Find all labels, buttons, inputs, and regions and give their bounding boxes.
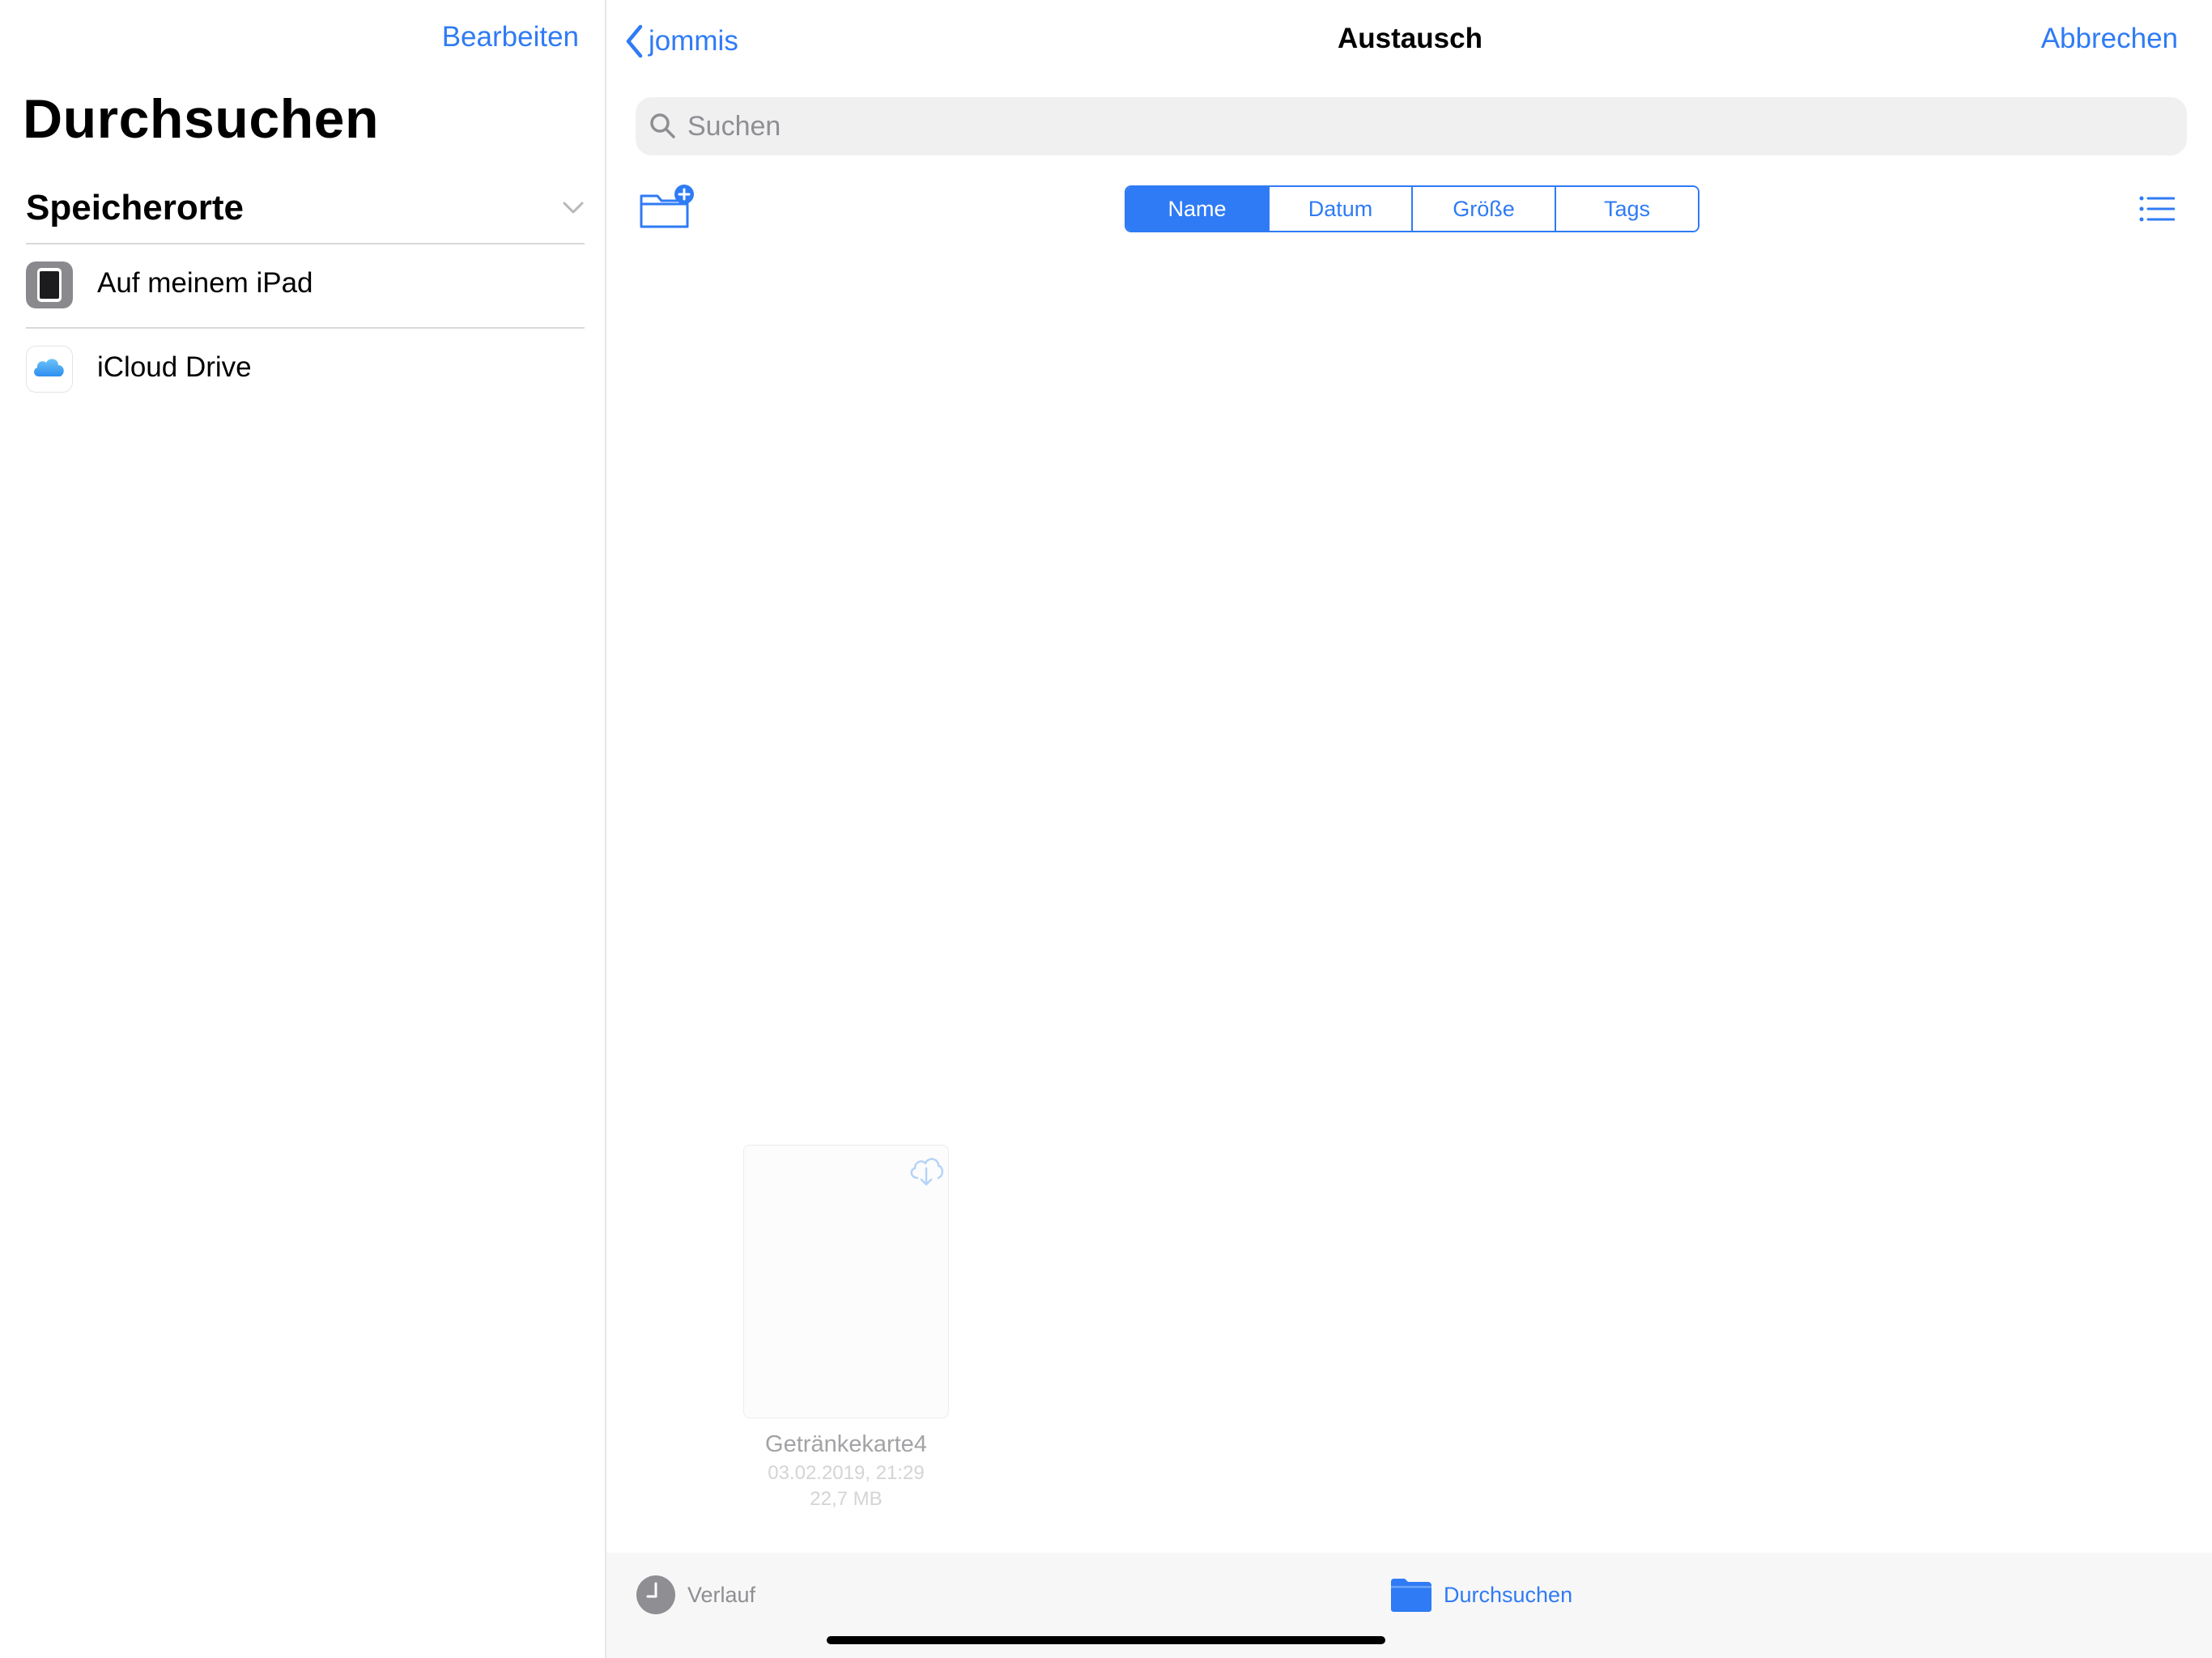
tab-recent[interactable]: Verlauf [636, 1572, 755, 1618]
sidebar-item-label: iCloud Drive [97, 351, 252, 383]
locations-section-header[interactable]: Speicherorte [26, 185, 585, 244]
sidebar-item-icloud-drive[interactable]: iCloud Drive [26, 329, 585, 411]
folder-icon [1391, 1579, 1431, 1612]
file-date: 03.02.2019, 21:29 [768, 1462, 925, 1484]
file-name[interactable]: Getränkekarte4 [673, 1431, 1019, 1458]
clock-icon [636, 1575, 675, 1614]
cloud-download-icon [910, 1158, 944, 1186]
file-thumbnail[interactable] [743, 1145, 949, 1418]
home-indicator[interactable] [827, 1636, 1385, 1644]
search-input[interactable] [681, 97, 2151, 155]
section-label: Speicherorte [26, 188, 244, 227]
sort-by-size[interactable]: Größe [1411, 187, 1555, 231]
search-bar[interactable] [636, 97, 2187, 155]
list-view-icon[interactable] [2139, 196, 2175, 222]
sidebar-item-on-my-ipad[interactable]: Auf meinem iPad [26, 244, 585, 329]
tab-browse[interactable]: Durchsuchen [1390, 1572, 1572, 1618]
chevron-down-icon[interactable] [562, 196, 585, 219]
tab-label: Durchsuchen [1444, 1582, 1573, 1607]
sidebar: Bearbeiten Durchsuchen Speicherorte Auf … [0, 0, 606, 1658]
sort-by-tags[interactable]: Tags [1555, 187, 1698, 231]
cancel-button[interactable]: Abbrechen [2041, 23, 2178, 55]
page-title: Austausch [1338, 23, 1482, 54]
sort-by-date[interactable]: Datum [1268, 187, 1411, 231]
edit-button[interactable]: Bearbeiten [442, 21, 579, 53]
icloud-icon [26, 346, 73, 393]
file-size: 22,7 MB [810, 1488, 883, 1510]
ipad-icon [26, 261, 73, 308]
sort-segmented-control: Name Datum Größe Tags [1125, 185, 1699, 232]
tab-label: Verlauf [687, 1582, 756, 1607]
search-icon [650, 113, 675, 138]
sidebar-title: Durchsuchen [23, 88, 380, 150]
main-pane: jommis Austausch Abbrechen Name Datum Gr… [608, 0, 2212, 1658]
sidebar-item-label: Auf meinem iPad [97, 267, 313, 299]
new-folder-icon[interactable] [639, 185, 697, 233]
sort-by-name[interactable]: Name [1126, 187, 1268, 231]
